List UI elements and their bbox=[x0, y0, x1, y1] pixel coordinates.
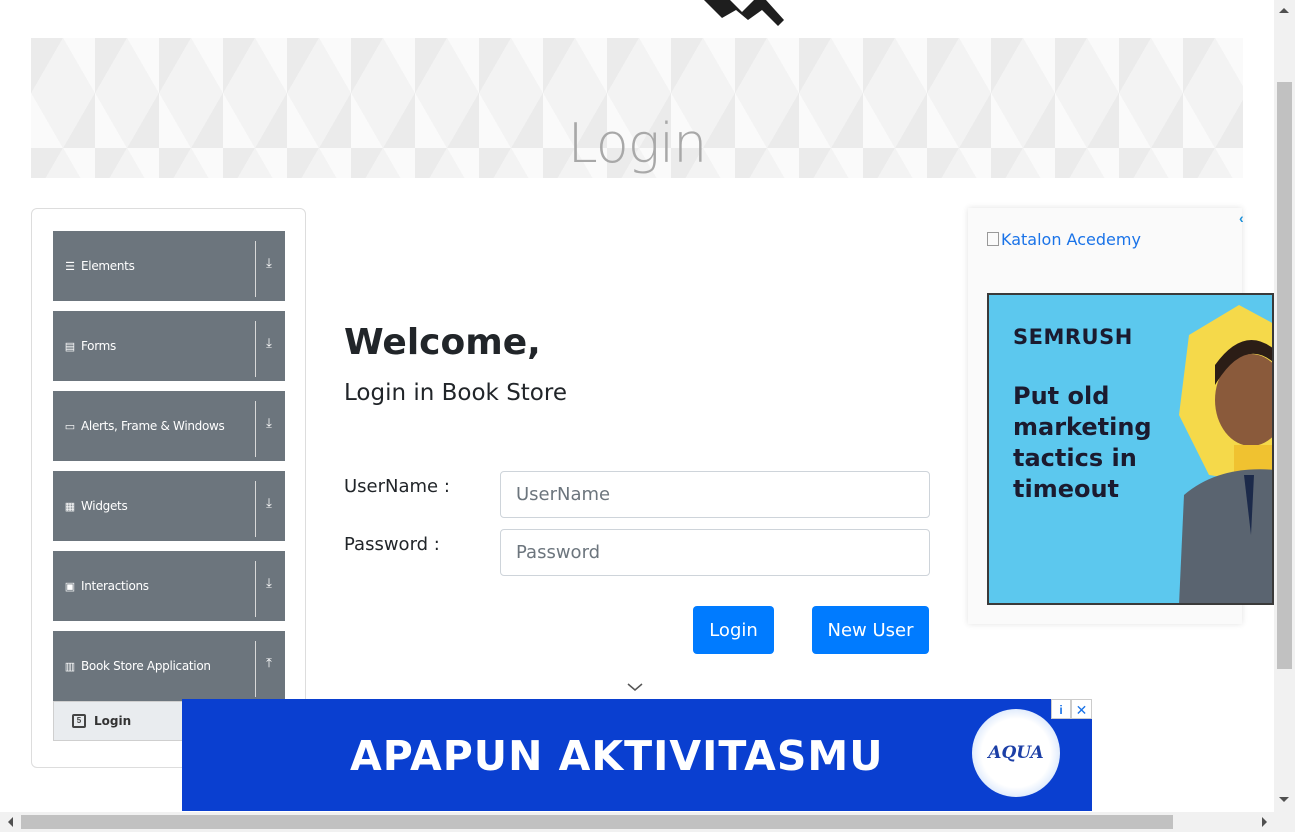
ad-bottom-text: APAPUN AKTIVITASMU bbox=[350, 732, 884, 780]
sidebar-group-elements[interactable]: ☰ Elements ⤓ bbox=[53, 231, 285, 301]
scroll-down-icon[interactable] bbox=[1279, 797, 1289, 802]
sidebar-group-label: Forms bbox=[81, 339, 116, 353]
login-button[interactable]: Login bbox=[693, 606, 774, 654]
menu-icon: ☰ bbox=[65, 260, 75, 273]
ad-person-illustration bbox=[1179, 305, 1272, 603]
sidebar-group-forms[interactable]: ▤ Forms ⤓ bbox=[53, 311, 285, 381]
books-icon: ▥ bbox=[64, 660, 76, 673]
divider bbox=[255, 481, 256, 537]
username-label: UserName : bbox=[344, 476, 450, 497]
window-icon: ▭ bbox=[64, 420, 76, 433]
sidebar-group-label: Interactions bbox=[81, 579, 149, 593]
scrollbar-thumb[interactable] bbox=[21, 815, 1173, 829]
broken-image-icon bbox=[987, 232, 999, 246]
info-icon[interactable]: i bbox=[1051, 699, 1071, 719]
divider bbox=[255, 401, 256, 457]
ad-brand: SEMRUSH bbox=[1013, 325, 1133, 349]
download-arrow-icon[interactable]: ⤓ bbox=[261, 335, 277, 355]
document-icon: ▤ bbox=[64, 340, 76, 353]
scroll-left-icon[interactable] bbox=[8, 817, 13, 827]
aqua-logo: AQUA bbox=[972, 709, 1060, 797]
sidebar-group-label: Elements bbox=[81, 259, 135, 273]
sidebar-group-interactions[interactable]: ▣ Interactions ⤓ bbox=[53, 551, 285, 621]
download-arrow-icon[interactable]: ⤓ bbox=[261, 415, 277, 435]
sidebar-group-label: Book Store Application bbox=[81, 659, 211, 673]
bottom-advertisement[interactable]: APAPUN AKTIVITASMU AQUA bbox=[182, 699, 1092, 811]
password-label: Password : bbox=[344, 534, 440, 555]
sidebar-item-label: Login bbox=[94, 714, 132, 728]
ad-logo-text: AQUA bbox=[988, 743, 1044, 763]
chevron-left-icon[interactable]: ‹ bbox=[1239, 210, 1253, 226]
upload-arrow-icon[interactable]: ⤒ bbox=[261, 655, 277, 675]
vertical-scrollbar[interactable] bbox=[1274, 0, 1295, 812]
divider bbox=[255, 641, 256, 697]
ad-headline: Put old marketing tactics in timeout bbox=[1013, 382, 1152, 503]
scrollbar-thumb[interactable] bbox=[1277, 82, 1292, 669]
password-input[interactable] bbox=[500, 529, 930, 576]
page-title: Login bbox=[567, 112, 708, 175]
sidebar-group-label: Alerts, Frame & Windows bbox=[81, 419, 225, 433]
ad-image-alt-link[interactable]: Katalon Acedemy bbox=[987, 230, 1141, 249]
scroll-right-icon[interactable] bbox=[1262, 817, 1267, 827]
download-arrow-icon[interactable]: ⤓ bbox=[261, 575, 277, 595]
semrush-ad-image[interactable]: SEMRUSH Put old marketing tactics in tim… bbox=[987, 293, 1274, 605]
page-header-banner: Login bbox=[31, 38, 1243, 178]
list-icon: ▣ bbox=[64, 580, 76, 593]
username-input[interactable] bbox=[500, 471, 930, 518]
divider bbox=[255, 561, 256, 617]
sidebar-group-widgets[interactable]: ▦ Widgets ⤓ bbox=[53, 471, 285, 541]
page: Login ☰ Elements ⤓ ▤ Forms ⤓ ▭ Alerts, F… bbox=[0, 0, 1274, 832]
divider bbox=[255, 241, 256, 297]
download-arrow-icon[interactable]: ⤓ bbox=[261, 255, 277, 275]
close-icon[interactable]: ✕ bbox=[1071, 699, 1092, 719]
horizontal-scrollbar[interactable] bbox=[0, 812, 1295, 832]
welcome-heading: Welcome, bbox=[344, 322, 541, 363]
new-user-button[interactable]: New User bbox=[812, 606, 929, 654]
sidebar-group-label: Widgets bbox=[81, 499, 128, 513]
site-logo[interactable] bbox=[700, 0, 784, 26]
grid-icon: ▦ bbox=[64, 500, 76, 513]
login-subtitle: Login in Book Store bbox=[344, 380, 567, 406]
ad-alt-text: Katalon Acedemy bbox=[1001, 230, 1141, 249]
html5-icon: 5 bbox=[72, 714, 86, 728]
divider bbox=[255, 321, 256, 377]
download-arrow-icon[interactable]: ⤓ bbox=[261, 495, 277, 515]
scroll-up-icon[interactable] bbox=[1279, 8, 1289, 13]
sidebar-group-alerts[interactable]: ▭ Alerts, Frame & Windows ⤓ bbox=[53, 391, 285, 461]
sidebar-group-book-store[interactable]: ▥ Book Store Application ⤒ bbox=[53, 631, 285, 701]
chevron-down-icon[interactable] bbox=[626, 680, 644, 694]
